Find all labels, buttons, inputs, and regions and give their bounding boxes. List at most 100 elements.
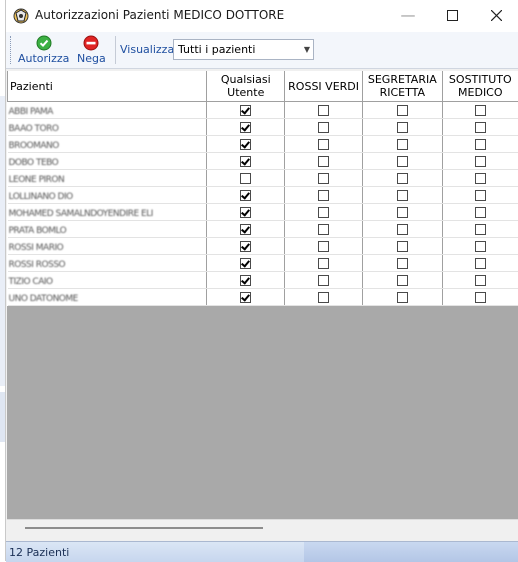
permission-checkbox[interactable] [240, 105, 251, 116]
permission-checkbox[interactable] [475, 190, 486, 201]
view-select[interactable]: Tutti i pazienti ▼ [173, 39, 314, 60]
permission-checkbox[interactable] [397, 241, 408, 252]
permission-cell[interactable] [285, 272, 363, 289]
permission-checkbox[interactable] [318, 275, 329, 286]
permission-cell[interactable] [363, 289, 443, 306]
permission-cell[interactable] [442, 136, 518, 153]
permission-cell[interactable] [207, 255, 285, 272]
permission-checkbox[interactable] [318, 241, 329, 252]
permission-cell[interactable] [363, 153, 443, 170]
column-header-pazienti[interactable]: Pazienti [8, 71, 207, 102]
permission-cell[interactable] [285, 153, 363, 170]
permission-cell[interactable] [363, 255, 443, 272]
permission-cell[interactable] [442, 153, 518, 170]
permission-cell[interactable] [363, 170, 443, 187]
permission-cell[interactable] [207, 187, 285, 204]
table-row[interactable]: TIZIO CAIO [8, 272, 518, 289]
table-row[interactable]: LOLLINANO DIO [8, 187, 518, 204]
table-row[interactable]: DOBO TEBO [8, 153, 518, 170]
permission-cell[interactable] [442, 170, 518, 187]
permission-checkbox[interactable] [318, 224, 329, 235]
permission-checkbox[interactable] [318, 122, 329, 133]
permission-checkbox[interactable] [475, 275, 486, 286]
permission-cell[interactable] [285, 119, 363, 136]
permission-cell[interactable] [207, 102, 285, 119]
chevron-down-icon[interactable]: ▼ [304, 45, 310, 54]
permission-cell[interactable] [442, 238, 518, 255]
patient-name-cell[interactable]: MOHAMED SAMALNDOYENDIRE ELI [8, 204, 207, 221]
permission-checkbox[interactable] [240, 207, 251, 218]
permission-cell[interactable] [442, 289, 518, 306]
permission-cell[interactable] [363, 204, 443, 221]
permission-cell[interactable] [442, 187, 518, 204]
table-row[interactable]: BAAO TORO [8, 119, 518, 136]
permission-cell[interactable] [285, 221, 363, 238]
permission-checkbox[interactable] [397, 122, 408, 133]
permission-checkbox[interactable] [318, 156, 329, 167]
permission-cell[interactable] [363, 238, 443, 255]
maximize-button[interactable] [430, 0, 474, 30]
patient-name-cell[interactable]: ROSSI MARIO [8, 238, 207, 255]
permission-checkbox[interactable] [397, 292, 408, 303]
permission-checkbox[interactable] [240, 275, 251, 286]
patient-name-cell[interactable]: BROOMANO [8, 136, 207, 153]
permission-checkbox[interactable] [397, 156, 408, 167]
permission-cell[interactable] [442, 255, 518, 272]
authorize-button[interactable]: Autorizza [18, 35, 69, 65]
permission-checkbox[interactable] [240, 292, 251, 303]
permission-checkbox[interactable] [397, 105, 408, 116]
scrollbar-thumb[interactable] [25, 527, 263, 529]
permission-checkbox[interactable] [240, 241, 251, 252]
permission-cell[interactable] [207, 170, 285, 187]
permission-cell[interactable] [285, 238, 363, 255]
permission-checkbox[interactable] [240, 122, 251, 133]
permission-cell[interactable] [207, 204, 285, 221]
column-header-rossi-verdi[interactable]: ROSSI VERDI [285, 71, 363, 102]
permission-cell[interactable] [363, 102, 443, 119]
permission-checkbox[interactable] [475, 122, 486, 133]
permission-checkbox[interactable] [397, 275, 408, 286]
permission-checkbox[interactable] [240, 156, 251, 167]
permission-checkbox[interactable] [318, 190, 329, 201]
table-row[interactable]: MOHAMED SAMALNDOYENDIRE ELI [8, 204, 518, 221]
permission-cell[interactable] [285, 204, 363, 221]
permission-checkbox[interactable] [240, 173, 251, 184]
permission-checkbox[interactable] [318, 292, 329, 303]
permission-cell[interactable] [442, 102, 518, 119]
permission-cell[interactable] [207, 153, 285, 170]
permission-checkbox[interactable] [397, 173, 408, 184]
table-row[interactable]: ROSSI ROSSO [8, 255, 518, 272]
permission-cell[interactable] [285, 187, 363, 204]
patient-name-cell[interactable]: TIZIO CAIO [8, 272, 207, 289]
permission-checkbox[interactable] [240, 224, 251, 235]
permission-checkbox[interactable] [475, 105, 486, 116]
permission-cell[interactable] [207, 136, 285, 153]
permission-checkbox[interactable] [475, 156, 486, 167]
permission-checkbox[interactable] [397, 207, 408, 218]
permission-cell[interactable] [363, 221, 443, 238]
patient-name-cell[interactable]: ABBI PAMA [8, 102, 207, 119]
permission-checkbox[interactable] [475, 258, 486, 269]
permission-checkbox[interactable] [318, 105, 329, 116]
permission-checkbox[interactable] [475, 224, 486, 235]
patient-name-cell[interactable]: ROSSI ROSSO [8, 255, 207, 272]
permission-cell[interactable] [207, 272, 285, 289]
permission-cell[interactable] [363, 272, 443, 289]
minimize-button[interactable]: — [386, 0, 430, 30]
permission-checkbox[interactable] [397, 190, 408, 201]
close-button[interactable] [474, 0, 518, 30]
permission-cell[interactable] [207, 119, 285, 136]
patient-name-cell[interactable]: BAAO TORO [8, 119, 207, 136]
permission-checkbox[interactable] [240, 139, 251, 150]
permission-cell[interactable] [363, 119, 443, 136]
table-row[interactable]: LEONE PIRON [8, 170, 518, 187]
permission-checkbox[interactable] [318, 139, 329, 150]
column-header-qualsiasi-utente[interactable]: Qualsiasi Utente [207, 71, 285, 102]
permission-cell[interactable] [442, 204, 518, 221]
permission-cell[interactable] [442, 221, 518, 238]
permission-cell[interactable] [285, 289, 363, 306]
permission-cell[interactable] [207, 238, 285, 255]
permission-checkbox[interactable] [475, 241, 486, 252]
deny-button[interactable]: Nega [77, 35, 106, 65]
patient-name-cell[interactable]: UNO DATONOME [8, 289, 207, 306]
